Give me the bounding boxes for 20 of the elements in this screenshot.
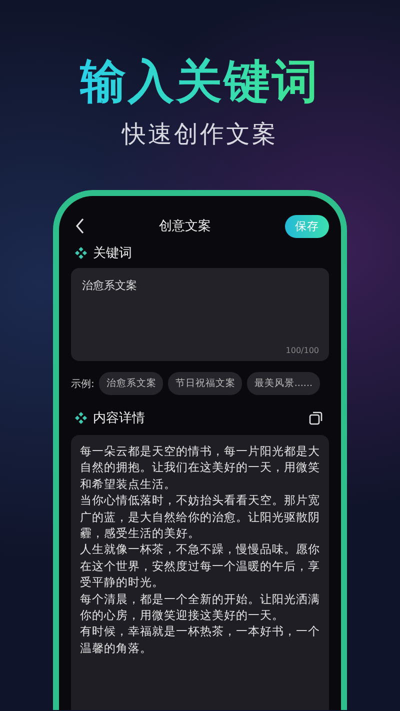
character-counter: 100/100 [286,346,319,355]
example-chip[interactable]: 最美风景...... [247,372,320,395]
copy-icon[interactable] [309,411,323,425]
screen-title: 创意文案 [159,218,211,235]
content-paragraph: 每一朵云都是天空的情书，每一片阳光都是大自然的拥抱。让我们在这美好的一天，用微笑和希望装点生活。 [80,443,321,492]
content-paragraph: 当你心情低落时，不妨抬头看看天空。那片宽广的蓝，是大自然给你的治愈。让阳光驱散阴霾，感受生活的美好。 [80,492,321,542]
diamond-cluster-icon [75,412,87,424]
section-label: 内容详情 [93,410,145,427]
section-label: 关键词 [93,245,132,262]
back-icon[interactable] [75,218,85,234]
diamond-cluster-icon [75,247,87,259]
example-chip[interactable]: 治愈系文案 [99,372,164,395]
keyword-input[interactable]: 治愈系文案 100/100 [71,268,329,361]
content-text-area[interactable] [71,435,329,710]
content-paragraph: 人生就像一杯茶，不急不躁，慢慢品味。愿你在这个世界，安然度过每一个温暖的午后，享受平静的时光。 [80,541,321,591]
content-paragraph: 每个清晨，都是一个全新的开始。让阳光洒满你的心房，用微笑迎接这美好的一天。 [80,590,321,624]
examples-label: 示例: [71,378,94,390]
content-paragraph: 有时候，幸福就是一杯热茶，一本好书，一个温馨的角落。 [80,623,321,656]
subtitle: 快速创作文案 [122,119,278,150]
example-chip[interactable]: 节日祝福文案 [168,372,242,395]
